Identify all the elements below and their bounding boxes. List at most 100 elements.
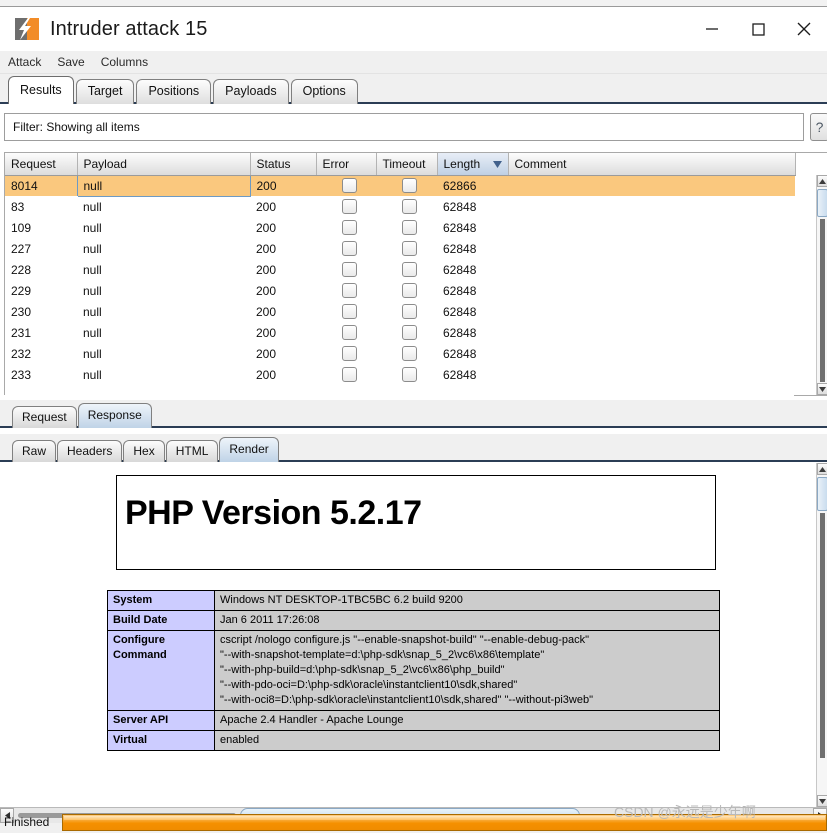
cell-error[interactable] [316,364,376,386]
results-scroll-track[interactable] [820,219,825,382]
phpinfo-key: Server API [107,710,215,731]
cell-timeout[interactable] [376,280,437,302]
timeout-checkbox[interactable] [402,261,417,277]
error-checkbox[interactable] [341,219,357,235]
timeout-checkbox[interactable] [402,324,417,340]
results-scroll-thumb[interactable] [817,189,827,217]
cell-request: 8014 [5,175,77,197]
table-row[interactable]: 83 null 200 62848 [5,196,795,218]
results-vertical-scrollbar[interactable] [816,175,827,395]
column-header-timeout[interactable]: Timeout [376,153,438,176]
error-checkbox[interactable] [341,282,357,298]
tab-raw[interactable]: Raw [12,440,57,462]
timeout-checkbox[interactable] [402,240,417,256]
column-header-payload[interactable]: Payload [77,153,251,176]
timeout-checkbox[interactable] [402,303,417,319]
menu-item-save[interactable]: Save [49,53,92,71]
cell-comment [508,322,795,344]
cell-error[interactable] [316,217,376,239]
cell-error[interactable] [316,175,376,197]
cell-error[interactable] [316,322,376,344]
cell-timeout[interactable] [376,301,437,323]
tab-request[interactable]: Request [12,406,77,428]
cell-timeout[interactable] [376,322,437,344]
error-checkbox[interactable] [341,240,357,256]
table-row[interactable]: 229 null 200 62848 [5,280,795,302]
error-checkbox[interactable] [341,177,357,193]
timeout-checkbox[interactable] [402,345,417,361]
timeout-checkbox[interactable] [402,366,417,382]
table-row[interactable]: 233 null 200 62848 [5,364,795,386]
tab-render[interactable]: Render [219,437,279,462]
table-row[interactable]: 227 null 200 62848 [5,238,795,260]
scroll-up-icon[interactable] [817,463,827,475]
error-checkbox[interactable] [341,324,357,340]
tab-positions[interactable]: Positions [136,79,212,104]
phpinfo-document: PHP Version 5.2.17 System Windows NT DES… [0,462,816,807]
scroll-down-icon[interactable] [817,383,827,395]
tab-response[interactable]: Response [77,403,152,428]
table-row[interactable]: 228 null 200 62848 [5,259,795,281]
timeout-checkbox[interactable] [402,177,417,193]
results-grid: Request Payload Status Error Timeout Len… [5,153,796,386]
maximize-button[interactable] [735,7,781,51]
cell-error[interactable] [316,196,376,218]
cell-length: 62848 [437,217,508,239]
menu-item-columns[interactable]: Columns [93,53,156,71]
column-header-status[interactable]: Status [250,153,317,176]
render-scroll-thumb[interactable] [817,477,827,511]
close-button[interactable] [781,7,827,51]
table-row[interactable]: 109 null 200 62848 [5,217,795,239]
cell-timeout[interactable] [376,364,437,386]
php-version-heading: PHP Version 5.2.17 [125,494,422,532]
table-row[interactable]: 231 null 200 62848 [5,322,795,344]
column-header-error[interactable]: Error [316,153,377,176]
tab-headers[interactable]: Headers [57,440,123,462]
phpinfo-table: System Windows NT DESKTOP-1TBC5BC 6.2 bu… [107,590,720,751]
tab-html[interactable]: HTML [165,440,219,462]
cell-status: 200 [250,322,316,344]
menu-bar: Attack Save Columns [0,51,827,74]
column-header-length[interactable]: Length [437,153,509,176]
error-checkbox[interactable] [341,261,357,277]
table-row[interactable]: 8014 null 200 62866 [5,174,795,197]
tab-payloads[interactable]: Payloads [213,79,289,104]
render-pane: PHP Version 5.2.17 System Windows NT DES… [0,462,827,807]
filter-bar[interactable]: Filter: Showing all items [4,113,804,141]
cell-timeout[interactable] [376,196,437,218]
tab-results[interactable]: Results [8,76,74,104]
scroll-up-icon[interactable] [817,175,827,187]
cell-error[interactable] [316,259,376,281]
table-row[interactable]: 230 null 200 62848 [5,301,795,323]
cell-timeout[interactable] [376,343,437,365]
error-checkbox[interactable] [341,198,357,214]
menu-item-attack[interactable]: Attack [0,53,49,71]
cell-error[interactable] [316,343,376,365]
tab-target[interactable]: Target [75,79,135,104]
cell-timeout[interactable] [376,175,437,197]
render-scroll-track[interactable] [820,513,825,758]
error-checkbox[interactable] [341,345,357,361]
timeout-checkbox[interactable] [402,219,417,235]
column-header-comment[interactable]: Comment [508,153,796,176]
column-header-request[interactable]: Request [5,153,78,176]
render-vertical-scrollbar[interactable] [816,463,827,807]
table-row[interactable]: 232 null 200 62848 [5,343,795,365]
scroll-down-icon[interactable] [817,795,827,807]
timeout-checkbox[interactable] [402,282,417,298]
cell-error[interactable] [316,301,376,323]
help-icon[interactable]: ? [810,113,827,141]
cell-timeout[interactable] [376,259,437,281]
cell-error[interactable] [316,280,376,302]
tab-options[interactable]: Options [290,79,358,104]
cell-timeout[interactable] [376,217,437,239]
phpinfo-row-build-date: Build Date Jan 6 2011 17:26:08 [107,610,720,631]
cell-payload: null [77,301,250,323]
cell-error[interactable] [316,238,376,260]
tab-hex[interactable]: Hex [123,440,165,462]
error-checkbox[interactable] [341,303,357,319]
timeout-checkbox[interactable] [402,198,417,214]
cell-timeout[interactable] [376,238,437,260]
error-checkbox[interactable] [341,366,357,382]
minimize-button[interactable] [689,7,735,51]
